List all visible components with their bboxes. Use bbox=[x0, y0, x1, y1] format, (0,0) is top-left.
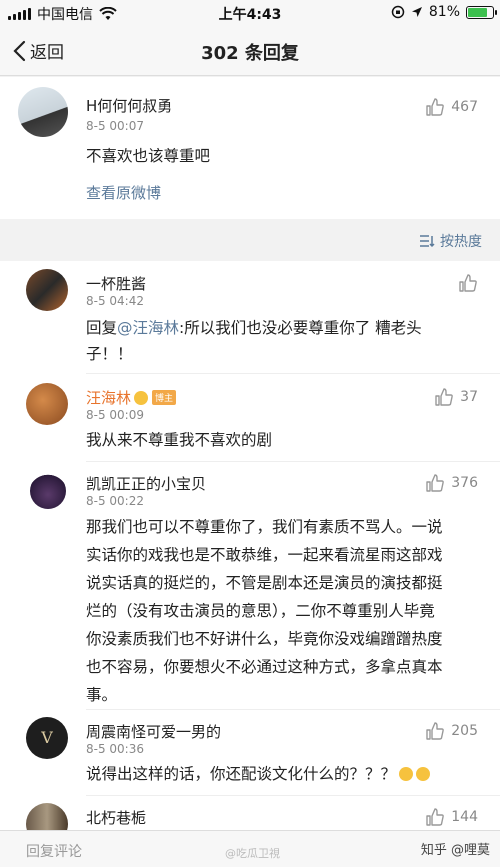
mention-link[interactable]: @汪海林 bbox=[117, 319, 179, 337]
main-post: H何何何叔勇 8-5 00:07 467 不喜欢也该尊重吧 查看原微博 bbox=[0, 77, 500, 219]
sort-bar: 按热度 bbox=[0, 219, 500, 261]
avatar[interactable] bbox=[26, 383, 68, 425]
divider bbox=[86, 373, 500, 374]
thumbs-up-icon bbox=[426, 474, 445, 492]
like-count: 376 bbox=[451, 475, 478, 491]
like-button[interactable] bbox=[458, 273, 478, 293]
thumbs-up-icon bbox=[426, 98, 445, 116]
sort-button[interactable]: 按热度 bbox=[419, 231, 482, 251]
watermark-weibo: @吃瓜卫視 bbox=[225, 847, 280, 860]
battery-percent: 81% bbox=[428, 4, 460, 20]
sweat-smile-icon bbox=[399, 767, 414, 781]
comment-text: 我从来不尊重我不喜欢的剧 bbox=[86, 431, 273, 449]
like-count: 205 bbox=[451, 723, 478, 739]
comment-author[interactable]: 汪海林 博主 bbox=[86, 387, 177, 408]
avatar[interactable] bbox=[26, 269, 68, 311]
watermark-zhihu: 知乎 @哩莫 bbox=[420, 843, 490, 858]
thumbs-up-icon bbox=[426, 808, 445, 826]
status-right: 81% bbox=[391, 4, 497, 20]
comment-text: 那我们也可以不尊重你了，我们有素质不骂人。一说 实话你的戏我也是不敢恭维，一起来… bbox=[86, 513, 486, 709]
comment-line: 子！！ bbox=[86, 345, 133, 363]
comment-text-part: 说得出这样的话，你还配谈文化什么的？？？ bbox=[86, 765, 397, 783]
comment-list: 一杯胜酱 8-5 04:42 回复@汪海林:所以我们也没必要尊重你了 糟老头 子… bbox=[0, 261, 500, 830]
post-time: 8-5 00:07 bbox=[86, 119, 144, 133]
comment-time: 8-5 00:36 bbox=[86, 742, 144, 756]
comment-text-part: :所以我们也没必要尊重你了 糟老头 bbox=[179, 319, 422, 337]
comment-time: 8-5 00:09 bbox=[86, 408, 144, 422]
like-count: 37 bbox=[460, 389, 478, 405]
comment-line: 也不容易，你要想火不必通过这种方式，多拿点真本 bbox=[86, 658, 443, 676]
smiley-icon bbox=[134, 391, 149, 405]
thumbs-up-icon bbox=[426, 722, 445, 740]
comment-time: 8-5 00:22 bbox=[86, 494, 144, 508]
sort-icon bbox=[420, 235, 435, 248]
post-text: 不喜欢也该尊重吧 bbox=[86, 147, 211, 165]
like-button[interactable]: 205 bbox=[425, 721, 478, 741]
like-count: 144 bbox=[451, 809, 478, 825]
comment-line: 烂的（没有攻击演员的意思），二你不尊重别人毕竟 bbox=[86, 602, 435, 620]
comment-author[interactable]: 凯凯正正的小宝贝 bbox=[86, 473, 206, 494]
sweat-smile-icon bbox=[416, 767, 431, 781]
avatar[interactable] bbox=[30, 473, 66, 509]
divider bbox=[86, 795, 500, 796]
comment-line: 那我们也可以不尊重你了，我们有素质不骂人。一说 bbox=[86, 518, 443, 536]
page-title: 302 条回复 bbox=[201, 43, 299, 64]
comment-line: 回复@汪海林:所以我们也没必要尊重你了 糟老头 bbox=[86, 315, 486, 341]
avatar[interactable] bbox=[18, 87, 68, 137]
reply-input[interactable]: 回复评论 bbox=[26, 841, 82, 861]
avatar[interactable]: V bbox=[26, 717, 68, 759]
post-author[interactable]: H何何何叔勇 bbox=[86, 95, 172, 116]
like-button[interactable]: 144 bbox=[425, 807, 478, 827]
like-button[interactable]: 376 bbox=[425, 473, 478, 493]
thumbs-up-icon bbox=[459, 274, 477, 292]
comment-line: 实话你的戏我也是不敢恭维，一起来看流星雨这部戏 bbox=[86, 546, 443, 564]
status-bar: 中国电信 上午4:43 81% bbox=[0, 0, 500, 26]
divider bbox=[86, 709, 500, 710]
blogger-badge: 博主 bbox=[152, 390, 177, 405]
nav-bar: 返回 302 条回复 bbox=[0, 26, 500, 76]
like-button[interactable]: 467 bbox=[425, 97, 478, 117]
avatar[interactable] bbox=[26, 803, 68, 830]
like-button[interactable]: 37 bbox=[434, 387, 478, 407]
orientation-lock-icon bbox=[391, 5, 405, 19]
like-count: 467 bbox=[451, 99, 478, 115]
author-name: 汪海林 bbox=[86, 389, 132, 407]
reply-prefix: 回复 bbox=[86, 319, 118, 337]
battery-fill bbox=[468, 7, 488, 17]
comment-line: 说实话真的挺烂的，不管是剧本还是演员的演技都挺 bbox=[86, 574, 443, 592]
comment-author[interactable]: 周震南怪可爱一男的 bbox=[86, 721, 221, 742]
divider bbox=[86, 461, 500, 462]
location-icon bbox=[411, 7, 422, 17]
comment-author[interactable]: 北朽巷栀 bbox=[86, 807, 146, 828]
reply-bar: 回复评论 @吃瓜卫視 知乎 @哩莫 bbox=[0, 830, 500, 867]
sort-label: 按热度 bbox=[440, 234, 482, 250]
thumbs-up-icon bbox=[435, 388, 453, 406]
comment-author[interactable]: 一杯胜酱 bbox=[86, 273, 146, 294]
comment-time: 8-5 04:42 bbox=[86, 294, 144, 308]
comment-text: 说得出这样的话，你还配谈文化什么的？？？ bbox=[86, 761, 431, 787]
comment-text: 回复@汪海林:所以我们也没必要尊重你了 糟老头 子！！ bbox=[86, 315, 486, 367]
comment-line: 事。 bbox=[86, 686, 118, 704]
view-original-link[interactable]: 查看原微博 bbox=[86, 182, 161, 203]
battery-icon bbox=[466, 5, 497, 19]
comment-line: 你没素质我们也不好讲什么，毕竟你没戏编蹭蹭热度 bbox=[86, 630, 443, 648]
